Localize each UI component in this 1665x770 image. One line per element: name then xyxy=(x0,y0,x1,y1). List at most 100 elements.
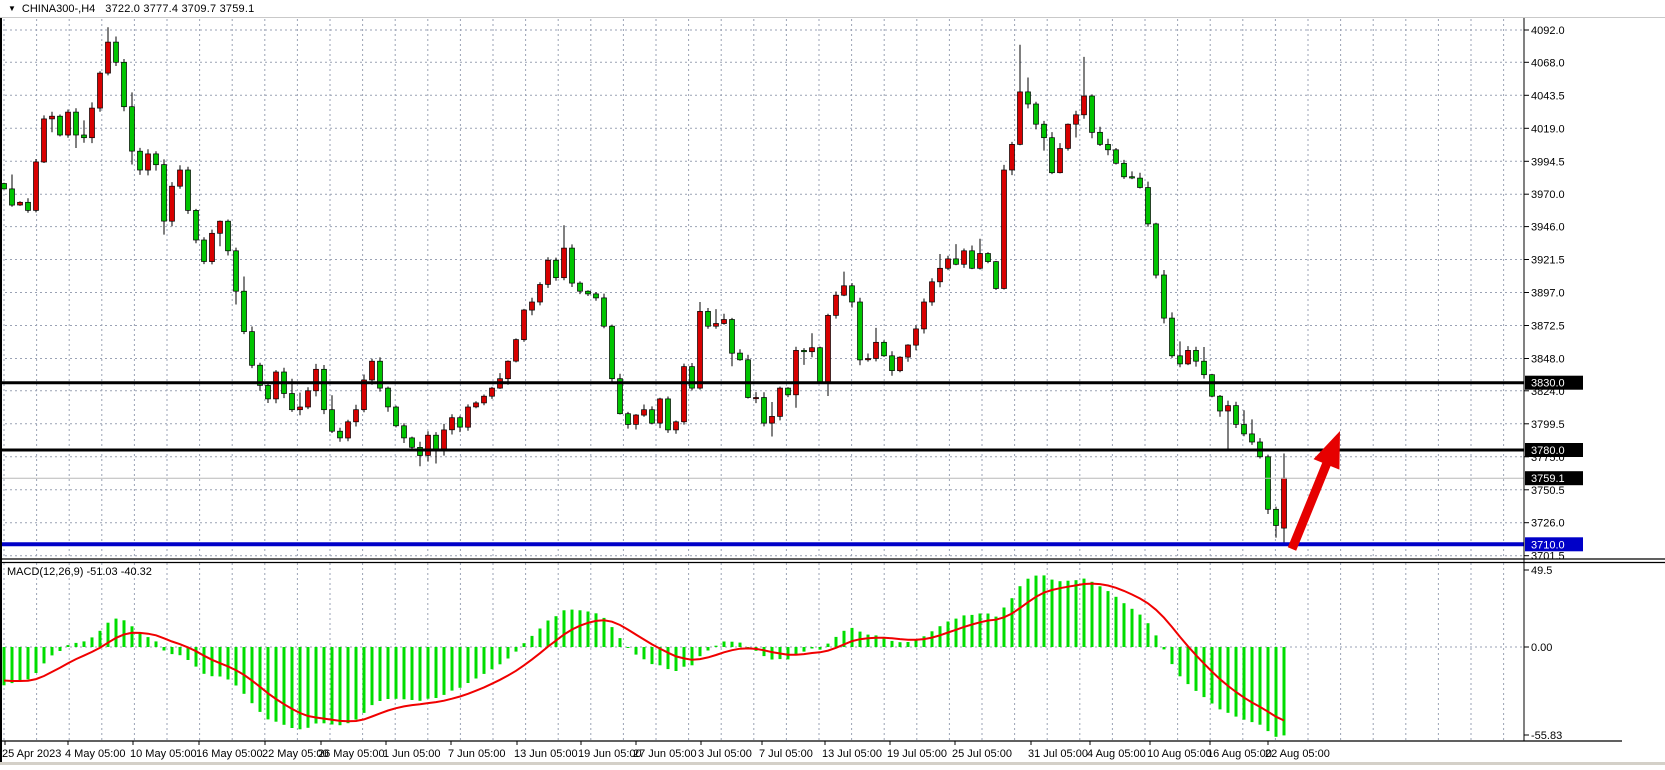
candle-body xyxy=(1186,350,1191,364)
macd-histogram-bar xyxy=(1155,635,1158,647)
macd-histogram-bar xyxy=(163,647,166,651)
macd-histogram-bar xyxy=(507,647,510,659)
candle-body xyxy=(186,170,191,210)
candle-body xyxy=(642,410,647,415)
macd-histogram-bar xyxy=(99,631,102,647)
chart-title-bar: ▼ CHINA300-,H4 3722.0 3777.4 3709.7 3759… xyxy=(0,0,1665,18)
candle-body xyxy=(514,340,519,362)
macd-histogram-bar xyxy=(467,647,470,683)
price-tick-label: 4043.5 xyxy=(1531,90,1565,102)
candle-body xyxy=(890,356,895,371)
macd-histogram-bar xyxy=(155,641,158,647)
macd-histogram-bar xyxy=(259,647,262,712)
svg-text:3780.0: 3780.0 xyxy=(1531,445,1565,457)
macd-indicator-label: MACD(12,26,9) -51.03 -40.32 xyxy=(7,566,152,578)
candle-body xyxy=(1130,177,1135,178)
candle-body xyxy=(610,326,615,379)
candle-body xyxy=(1242,425,1247,434)
macd-histogram-bar xyxy=(1011,598,1014,647)
candle-body xyxy=(1138,178,1143,187)
candle-body xyxy=(178,170,183,186)
time-axis-label: 26 May 05:00 xyxy=(318,748,385,760)
candle-body xyxy=(538,285,543,303)
candle-body xyxy=(730,320,735,354)
candle-body xyxy=(858,302,863,360)
candle-body xyxy=(562,248,567,278)
macd-histogram-bar xyxy=(1091,582,1094,647)
price-tick-label: 3726.0 xyxy=(1531,518,1565,530)
price-tick-label: 3921.5 xyxy=(1531,255,1565,267)
price-tick-label: 4092.0 xyxy=(1531,25,1565,37)
macd-histogram-bar xyxy=(531,636,534,647)
macd-histogram-bar xyxy=(827,644,830,647)
macd-histogram-bar xyxy=(1171,647,1174,664)
symbol-dropdown-icon[interactable]: ▼ xyxy=(8,4,16,13)
macd-histogram-bar xyxy=(819,647,822,650)
candle-body xyxy=(898,357,903,371)
candle-body xyxy=(1282,478,1287,528)
macd-histogram-bar xyxy=(1115,597,1118,647)
candle-body xyxy=(1002,170,1007,289)
candle-body xyxy=(1090,96,1095,132)
candle-body xyxy=(466,407,471,427)
macd-histogram-bar xyxy=(1267,647,1270,731)
candle-body xyxy=(194,210,199,240)
macd-histogram-bar xyxy=(67,645,70,647)
macd-histogram-bar xyxy=(1075,580,1078,647)
candle-body xyxy=(1162,275,1167,318)
candle-body xyxy=(82,135,87,138)
macd-histogram-bar xyxy=(1147,623,1150,647)
macd-histogram-bar xyxy=(83,641,86,647)
candle-body xyxy=(474,403,479,407)
candle-body xyxy=(786,388,791,395)
macd-histogram-bar xyxy=(203,647,206,674)
macd-histogram-bar xyxy=(43,647,46,663)
time-axis-label: 13 Jun 05:00 xyxy=(514,748,578,760)
candle-body xyxy=(626,414,631,425)
macd-histogram-bar xyxy=(611,627,614,647)
candle-body xyxy=(546,260,551,284)
candle-body xyxy=(746,360,751,398)
macd-histogram-bar xyxy=(603,618,606,647)
candle-body xyxy=(874,342,879,358)
candle-body xyxy=(1018,92,1023,144)
candle-body xyxy=(354,410,359,422)
macd-histogram-bar xyxy=(547,621,550,648)
macd-histogram-bar xyxy=(1131,609,1134,647)
candle-body xyxy=(1266,457,1271,510)
time-axis-label: 25 Jul 05:00 xyxy=(952,748,1012,760)
macd-histogram-bar xyxy=(491,647,494,669)
macd-histogram-bar xyxy=(459,647,462,688)
candle-body xyxy=(602,298,607,326)
candle-body xyxy=(266,385,271,399)
price-tick-label: 3799.5 xyxy=(1531,419,1565,431)
macd-histogram-bar xyxy=(739,643,742,647)
svg-text:3759.1: 3759.1 xyxy=(1531,473,1565,485)
candle-body xyxy=(778,388,783,416)
candle-body xyxy=(522,310,527,340)
candle-body xyxy=(58,116,63,135)
candle-body xyxy=(1146,188,1151,224)
candle-body xyxy=(90,108,95,138)
macd-histogram-bar xyxy=(1203,647,1206,697)
macd-histogram-bar xyxy=(379,647,382,701)
macd-histogram-bar xyxy=(1251,647,1254,722)
chart-canvas[interactable]: 4092.04068.04043.54019.03994.53970.03946… xyxy=(0,0,1665,765)
candle-body xyxy=(1098,132,1103,144)
macd-histogram-bar xyxy=(1283,647,1286,735)
candle-body xyxy=(370,361,375,380)
macd-histogram-bar xyxy=(355,647,358,720)
macd-tick-label: 0.00 xyxy=(1531,642,1552,654)
candle-body xyxy=(1274,509,1279,525)
macd-histogram-bar xyxy=(315,647,318,724)
candle-body xyxy=(826,315,831,382)
price-tick-label: 3946.0 xyxy=(1531,222,1565,234)
macd-histogram-bar xyxy=(723,642,726,648)
candle-body xyxy=(690,367,695,389)
candle-body xyxy=(1058,149,1063,173)
macd-histogram-bar xyxy=(235,647,238,686)
candle-body xyxy=(130,107,135,151)
candle-body xyxy=(442,430,447,450)
macd-histogram-bar xyxy=(51,647,54,655)
macd-histogram-bar xyxy=(1035,576,1038,647)
